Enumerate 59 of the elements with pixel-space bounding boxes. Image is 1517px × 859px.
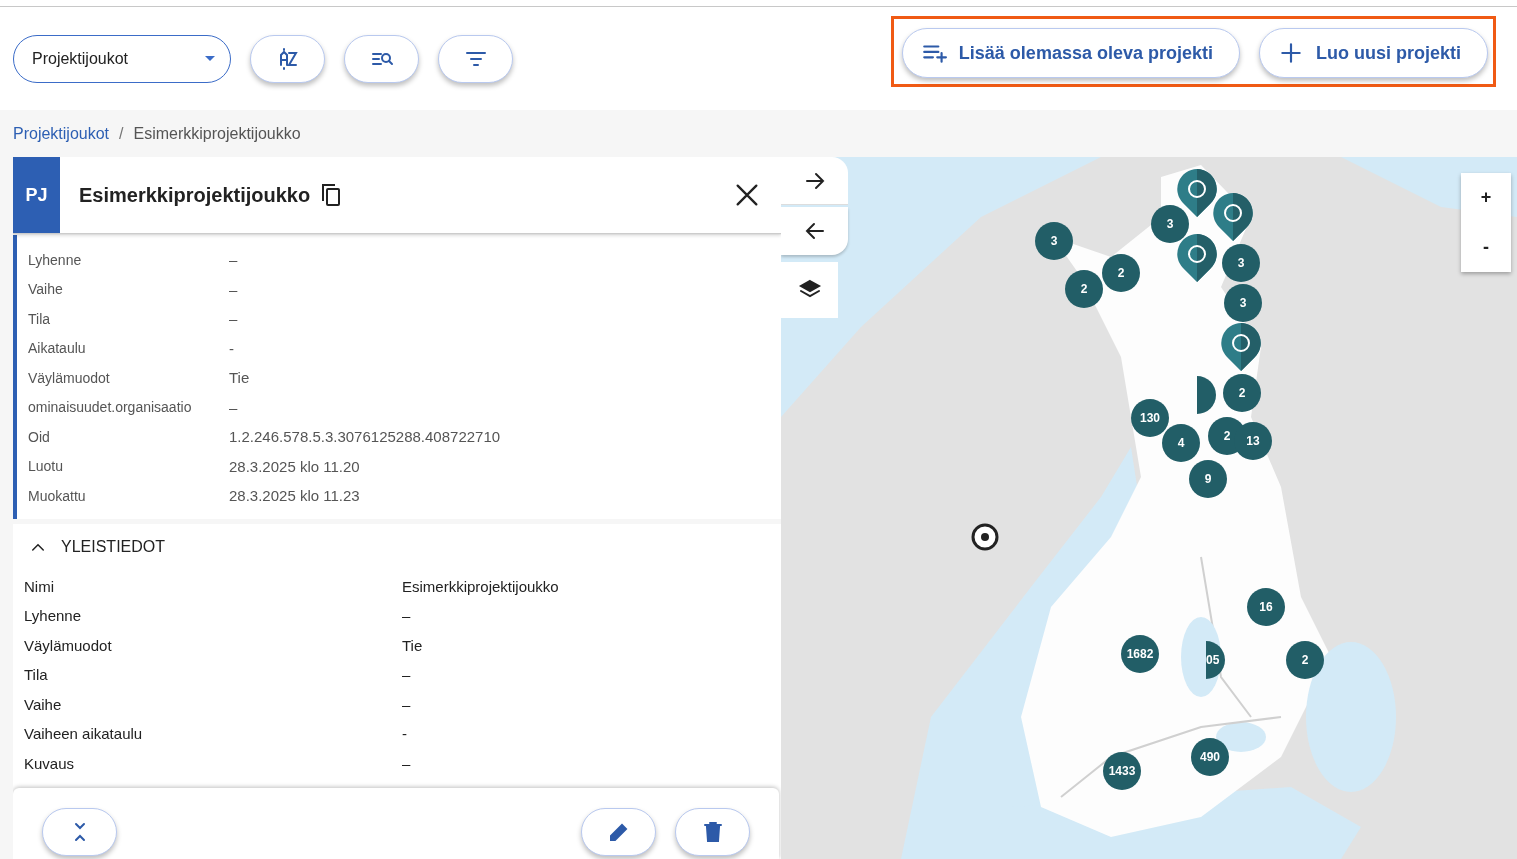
layers-button[interactable] <box>781 262 838 318</box>
search-list-button[interactable] <box>344 34 419 83</box>
field-value: Tie <box>229 369 250 387</box>
zoom-out-button[interactable]: - <box>1461 222 1511 272</box>
field-value: - <box>229 339 234 357</box>
back-button[interactable] <box>781 207 848 255</box>
plus-icon <box>1278 40 1304 66</box>
breadcrumb-separator: / <box>119 124 124 143</box>
field-label: Väylämuodot <box>28 369 111 386</box>
field-label: Lyhenne <box>28 251 83 268</box>
field-value: 1.2.246.578.5.3.3076125288.408722710 <box>229 428 501 446</box>
field-label: Vaihe <box>28 281 64 298</box>
edit-button[interactable] <box>581 807 656 856</box>
field-label: Oid <box>28 428 51 445</box>
field-value: 28.3.2025 klo 11.20 <box>229 457 360 475</box>
map-pin-icon[interactable] <box>1221 323 1261 373</box>
field-value: – <box>402 754 411 772</box>
sort-button[interactable] <box>250 34 325 83</box>
filter-button[interactable] <box>438 34 513 83</box>
map-pin-icon[interactable] <box>1177 169 1217 219</box>
field-label: Luotu <box>28 458 65 475</box>
field-label: Väylämuodot <box>24 636 113 654</box>
field-value: – <box>229 280 238 298</box>
zoom-in-button[interactable]: + <box>1461 173 1511 223</box>
field-value: – <box>402 666 411 684</box>
field-value: – <box>229 310 238 328</box>
field-value: – <box>229 398 238 416</box>
caret-icon <box>204 55 216 62</box>
copy-icon[interactable] <box>320 183 343 207</box>
dropdown[interactable]: Projektijoukot <box>13 34 231 83</box>
location-icon[interactable] <box>970 522 1000 552</box>
field-value: – <box>229 251 238 269</box>
field-value: - <box>402 725 407 743</box>
field-label: ominaisuudet.organisaatio <box>28 399 193 416</box>
field-value: 28.3.2025 klo 11.23 <box>229 487 360 505</box>
action-button[interactable]: Lisää olemassa oleva projekti <box>901 28 1240 78</box>
action-button[interactable]: Luo uusi projekti <box>1259 28 1488 78</box>
breadcrumb-current: Esimerkkiprojektijoukko <box>133 124 301 143</box>
delete-button[interactable] <box>675 807 750 856</box>
field-label: Lyhenne <box>24 607 82 625</box>
field-label: Nimi <box>24 577 55 595</box>
field-label: Tila <box>28 310 52 327</box>
forward-button[interactable] <box>781 157 848 205</box>
project-badge: PJ <box>13 157 60 233</box>
map-pin-icon[interactable] <box>1177 234 1217 284</box>
field-label: Kuvaus <box>24 754 76 772</box>
breadcrumb-link[interactable]: Projektijoukot <box>13 124 110 143</box>
field-value: – <box>402 607 411 625</box>
field-value: Tie <box>402 636 423 654</box>
field-value: Esimerkkiprojektijoukko <box>402 577 559 595</box>
field-label: Muokattu <box>28 487 87 504</box>
section-title: YLEISTIEDOT <box>61 537 166 556</box>
panel-title: Esimerkkiprojektijoukko <box>79 183 311 207</box>
field-label: Vaiheen aikataulu <box>24 725 144 743</box>
map-pin-icon[interactable] <box>1213 193 1253 243</box>
field-label: Tila <box>24 666 49 684</box>
field-label: Vaihe <box>24 695 63 713</box>
field-label: Aikataulu <box>28 340 87 357</box>
field-value: – <box>402 695 411 713</box>
